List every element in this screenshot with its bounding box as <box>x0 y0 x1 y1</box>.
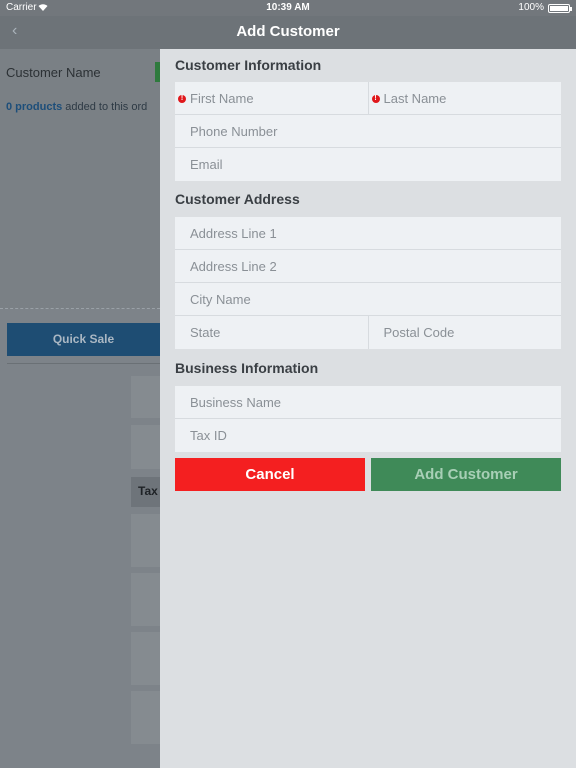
postal-code-input[interactable] <box>368 316 561 349</box>
add-customer-panel: Customer Information ! ! Customer Addres… <box>160 49 576 768</box>
address-line-1-input[interactable] <box>175 217 561 249</box>
products-summary: 0 products added to this ord <box>6 101 147 113</box>
address-line-2-input[interactable] <box>175 250 561 282</box>
phone-row <box>175 115 561 148</box>
cancel-button[interactable]: Cancel <box>175 458 365 491</box>
name-row: ! ! <box>175 82 561 115</box>
required-alert-icon: ! <box>371 95 380 103</box>
order-summary-area <box>0 49 160 309</box>
product-tile[interactable] <box>131 514 160 567</box>
product-tile[interactable] <box>131 573 160 626</box>
status-bar: Carrier 10:39 AM 100% <box>0 0 576 16</box>
divider <box>7 363 160 364</box>
dashed-divider <box>0 308 160 309</box>
email-row <box>175 148 561 181</box>
phone-number-input[interactable] <box>175 115 561 147</box>
state-input[interactable] <box>175 316 368 349</box>
business-information-group <box>175 386 561 452</box>
business-information-heading: Business Information <box>175 360 319 376</box>
business-name-input[interactable] <box>175 386 561 418</box>
add-customer-button[interactable]: Add Customer <box>371 458 561 491</box>
tax-id-input[interactable] <box>175 419 561 452</box>
required-alert-icon: ! <box>178 95 186 103</box>
products-suffix: added to this ord <box>62 101 148 113</box>
product-tile[interactable] <box>131 691 160 744</box>
status-time: 10:39 AM <box>266 2 310 13</box>
nav-bar: ‹ Add Customer <box>0 16 576 49</box>
customer-information-group: ! ! <box>175 82 561 181</box>
product-tile[interactable] <box>131 632 160 685</box>
first-name-cell: ! <box>175 82 368 114</box>
battery-percent: 100% <box>518 2 544 13</box>
products-count: 0 products <box>6 101 63 113</box>
product-tile[interactable] <box>131 376 160 418</box>
customer-address-heading: Customer Address <box>175 191 300 207</box>
quick-sale-button[interactable]: Quick Sale <box>7 323 160 356</box>
email-input[interactable] <box>175 148 561 181</box>
state-postal-row <box>175 316 561 349</box>
city-name-input[interactable] <box>175 283 561 315</box>
tax-row[interactable]: Tax <box>131 477 160 507</box>
last-name-input[interactable] <box>368 82 561 114</box>
customer-address-group <box>175 217 561 349</box>
page-title: Add Customer <box>236 23 340 40</box>
customer-information-heading: Customer Information <box>175 57 322 73</box>
last-name-cell: ! <box>367 82 561 114</box>
background-page: Customer Name 0 products added to this o… <box>0 49 160 768</box>
customer-name-label: Customer Name <box>6 65 101 80</box>
first-name-input[interactable] <box>175 82 368 114</box>
battery-icon <box>548 4 572 13</box>
product-tile[interactable] <box>131 425 160 469</box>
